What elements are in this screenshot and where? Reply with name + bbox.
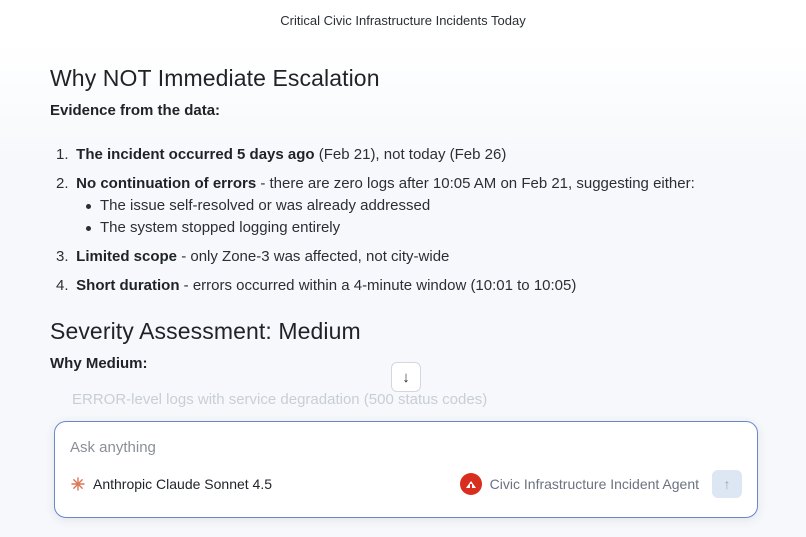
list-item-bold: Limited scope xyxy=(76,248,178,265)
list-item-text: - errors occurred within a 4-minute wind… xyxy=(179,277,577,294)
list-item-text: - only Zone-3 was affected, not city-wid… xyxy=(177,248,450,265)
model-label: Anthropic Claude Sonnet 4.5 xyxy=(93,476,273,492)
arrow-down-icon: ↓ xyxy=(402,368,410,386)
list-item: 1. The incident occurred 5 days ago (Feb… xyxy=(50,144,750,166)
chat-composer: Ask anything Anthropic Claude Sonnet 4.5… xyxy=(54,421,758,518)
evidence-subheading: Evidence from the data: xyxy=(50,102,221,119)
list-item-bold: Short duration xyxy=(76,277,180,294)
message-input[interactable]: Ask anything xyxy=(70,439,156,456)
chat-title-bar: Critical Civic Infrastructure Incidents … xyxy=(0,0,806,40)
message-content: Why NOT Immediate Escalation Evidence fr… xyxy=(50,62,750,411)
civic-agent-badge-icon xyxy=(459,473,482,495)
list-item: 4. Short duration - errors occurred with… xyxy=(50,275,750,297)
section-heading-escalation: Why NOT Immediate Escalation xyxy=(50,65,380,91)
section-heading-severity: Severity Assessment: Medium xyxy=(50,318,361,344)
list-item: 3. Limited scope - only Zone-3 was affec… xyxy=(50,246,750,268)
list-item: 2. No continuation of errors - there are… xyxy=(50,173,750,239)
list-number: 2. xyxy=(56,175,69,192)
arrow-up-icon: ↑ xyxy=(723,476,731,492)
claude-spark-icon xyxy=(71,477,85,491)
list-number: 1. xyxy=(56,146,69,163)
list-number: 3. xyxy=(56,248,69,265)
list-item-bold: The incident occurred 5 days ago xyxy=(76,146,315,163)
list-item-bold: No continuation of errors xyxy=(76,175,257,192)
sub-list-item: The system stopped logging entirely xyxy=(80,217,750,239)
agent-selector[interactable]: Civic Infrastructure Incident Agent xyxy=(459,473,699,495)
sub-list-item: The issue self-resolved or was already a… xyxy=(80,195,750,217)
list-item-text: - there are zero logs after 10:05 AM on … xyxy=(256,175,695,192)
send-button[interactable]: ↑ xyxy=(712,470,742,498)
chat-title: Critical Civic Infrastructure Incidents … xyxy=(280,12,526,28)
list-number: 4. xyxy=(56,277,69,294)
sub-list: The issue self-resolved or was already a… xyxy=(80,195,750,239)
list-item-text: (Feb 21), not today (Feb 26) xyxy=(314,146,507,163)
model-selector[interactable]: Anthropic Claude Sonnet 4.5 xyxy=(71,476,272,492)
evidence-list: 1. The incident occurred 5 days ago (Feb… xyxy=(50,144,750,297)
agent-label: Civic Infrastructure Incident Agent xyxy=(489,476,699,492)
faded-list-item: ERROR-level logs with service degradatio… xyxy=(72,391,488,408)
scroll-to-bottom-button[interactable]: ↓ xyxy=(391,362,421,392)
